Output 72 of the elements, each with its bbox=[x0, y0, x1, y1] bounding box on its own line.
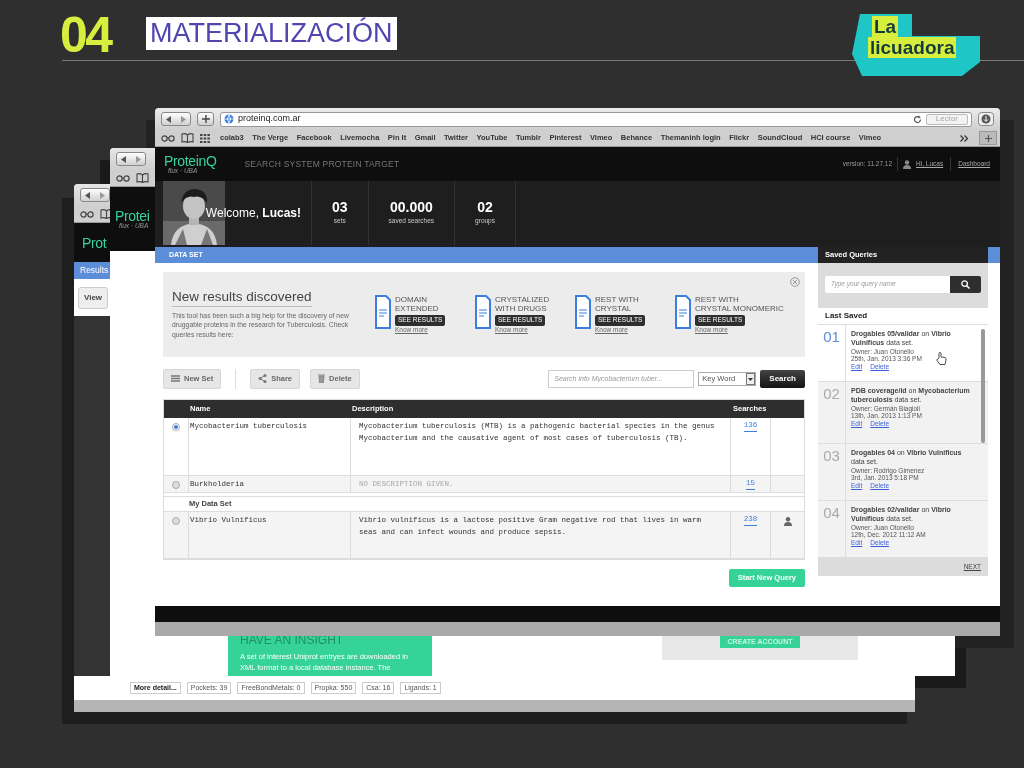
back-forward-buttons[interactable] bbox=[116, 152, 146, 166]
result-title: CRYSTAL bbox=[595, 304, 632, 313]
address-field[interactable]: proteinq.com.ar Lector bbox=[220, 111, 972, 127]
globe-icon bbox=[224, 114, 234, 124]
item-number: 04 bbox=[823, 505, 840, 523]
user-icon bbox=[903, 159, 912, 169]
back-forward-buttons[interactable] bbox=[80, 188, 110, 202]
back-arrow-icon bbox=[85, 191, 91, 199]
search-button[interactable]: Search bbox=[760, 369, 805, 388]
app-logo: ProteinQ bbox=[164, 153, 217, 168]
plus-icon bbox=[984, 134, 992, 142]
stat-value: 03 bbox=[332, 200, 348, 215]
reading-list-icon[interactable] bbox=[80, 210, 94, 218]
tab-label: Results bbox=[80, 264, 109, 277]
trash-icon bbox=[318, 374, 326, 383]
more-bookmarks-icon[interactable] bbox=[960, 134, 969, 142]
list-icon bbox=[171, 375, 180, 382]
item-number: 03 bbox=[823, 448, 840, 466]
result-title: REST WITH bbox=[595, 295, 639, 304]
view-button[interactable]: View bbox=[78, 286, 109, 309]
document-icon bbox=[475, 295, 491, 329]
result-title: DOMAIN bbox=[395, 295, 427, 304]
header-strip bbox=[988, 247, 1000, 263]
reading-list-icon[interactable] bbox=[161, 134, 175, 142]
result-title: CRYSTALIZED bbox=[495, 295, 550, 304]
result-title: EXTENDED bbox=[395, 304, 439, 313]
query-search-button[interactable] bbox=[950, 275, 981, 293]
top-sites-icon[interactable] bbox=[200, 133, 210, 143]
item-number: 01 bbox=[823, 329, 840, 347]
document-icon bbox=[375, 295, 391, 329]
logo-text: licuadora bbox=[868, 37, 957, 58]
logo-text: La bbox=[872, 16, 899, 37]
add-tab-button[interactable] bbox=[197, 112, 214, 126]
welcome-text: Welcome, Lucas! bbox=[205, 205, 301, 222]
insight-title: HAVE AN INSIGHT bbox=[240, 636, 345, 646]
new-tab-button[interactable] bbox=[979, 131, 997, 145]
radio-button[interactable] bbox=[172, 517, 180, 525]
search-icon bbox=[961, 279, 970, 289]
share-icon bbox=[258, 374, 268, 383]
app-logo: Prot bbox=[82, 235, 107, 250]
bookmarks-icon[interactable] bbox=[136, 173, 149, 183]
back-arrow-icon bbox=[121, 155, 127, 163]
document-icon bbox=[575, 295, 591, 329]
scrollbar-thumb[interactable] bbox=[981, 329, 985, 443]
hand-cursor-icon bbox=[936, 352, 947, 365]
document-icon bbox=[675, 295, 691, 329]
stat-value: 02 bbox=[477, 200, 493, 215]
download-icon[interactable] bbox=[978, 112, 994, 126]
radio-button[interactable] bbox=[172, 423, 180, 431]
slide-title: MATERIALIZACIÓN bbox=[146, 17, 397, 50]
back-forward-buttons[interactable] bbox=[161, 112, 191, 126]
app-logo: Protei bbox=[115, 208, 150, 223]
back-arrow-icon bbox=[166, 115, 172, 123]
reload-icon[interactable] bbox=[912, 114, 922, 124]
result-title: WITH DRUGS bbox=[495, 304, 547, 313]
app-tagline: SEARCH SYSTEM PROTEIN TARGET bbox=[244, 157, 400, 171]
forward-arrow-icon bbox=[99, 191, 105, 199]
result-title: CRYSTAL MONOMERIC bbox=[695, 304, 784, 313]
person-icon bbox=[783, 517, 792, 526]
result-title: REST WITH bbox=[695, 295, 739, 304]
forward-arrow-icon bbox=[180, 115, 186, 123]
url-text: proteinq.com.ar bbox=[238, 112, 302, 126]
section-label: Last Saved bbox=[825, 310, 868, 322]
item-number: 02 bbox=[823, 386, 840, 404]
slide-number: 04 bbox=[60, 10, 111, 60]
stat-value: 00.000 bbox=[389, 200, 433, 215]
plus-icon bbox=[201, 115, 210, 123]
forward-arrow-icon bbox=[135, 155, 141, 163]
bookmarks-icon[interactable] bbox=[181, 133, 194, 143]
notice-title: New results discovered bbox=[172, 290, 312, 307]
radio-button[interactable] bbox=[172, 481, 180, 489]
reading-list-icon[interactable] bbox=[116, 174, 130, 182]
